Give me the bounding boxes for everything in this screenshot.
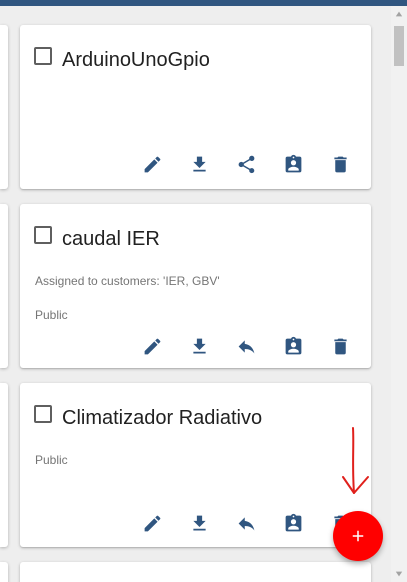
left-card-edge <box>0 204 8 368</box>
device-profile-card[interactable] <box>20 562 371 582</box>
download-icon[interactable] <box>189 513 210 534</box>
reply-icon[interactable] <box>236 336 257 357</box>
device-profile-card[interactable]: ArduinoUnoGpio <box>20 25 371 189</box>
device-profile-card[interactable]: Climatizador Radiativo Public <box>20 383 371 547</box>
assign-to-customer-icon[interactable] <box>283 336 304 357</box>
device-profile-card[interactable]: caudal IER Assigned to customers: 'IER, … <box>20 204 371 368</box>
scroll-up-arrow-icon[interactable] <box>391 6 407 22</box>
edit-icon[interactable] <box>142 154 163 175</box>
select-checkbox[interactable] <box>34 405 52 423</box>
delete-icon[interactable] <box>330 154 351 175</box>
public-label: Public <box>35 308 68 322</box>
app-top-bar <box>0 0 407 6</box>
assign-to-customer-icon[interactable] <box>283 154 304 175</box>
scrollbar-thumb[interactable] <box>394 26 404 66</box>
left-card-edge <box>0 25 8 189</box>
select-checkbox[interactable] <box>34 47 52 65</box>
public-label: Public <box>35 453 68 467</box>
card-title: caudal IER <box>62 228 160 250</box>
edit-icon[interactable] <box>142 336 163 357</box>
red-arrow-down-icon <box>342 427 369 494</box>
card-title: Climatizador Radiativo <box>62 407 263 429</box>
card-title: ArduinoUnoGpio <box>62 49 210 71</box>
edit-icon[interactable] <box>142 513 163 534</box>
left-card-edge <box>0 562 8 582</box>
add-button[interactable] <box>333 511 383 561</box>
assign-to-customer-icon[interactable] <box>283 513 304 534</box>
select-checkbox[interactable] <box>34 226 52 244</box>
assigned-customers-label: Assigned to customers: 'IER, GBV' <box>35 274 220 288</box>
download-icon[interactable] <box>189 154 210 175</box>
download-icon[interactable] <box>189 336 210 357</box>
plus-icon <box>352 530 364 542</box>
card-actions <box>142 513 351 534</box>
card-actions <box>142 336 351 357</box>
left-card-edge <box>0 383 8 547</box>
scroll-down-arrow-icon[interactable] <box>391 566 407 582</box>
share-icon[interactable] <box>236 154 257 175</box>
vertical-scrollbar[interactable] <box>391 6 407 582</box>
delete-icon[interactable] <box>330 336 351 357</box>
reply-icon[interactable] <box>236 513 257 534</box>
card-actions <box>142 154 351 175</box>
